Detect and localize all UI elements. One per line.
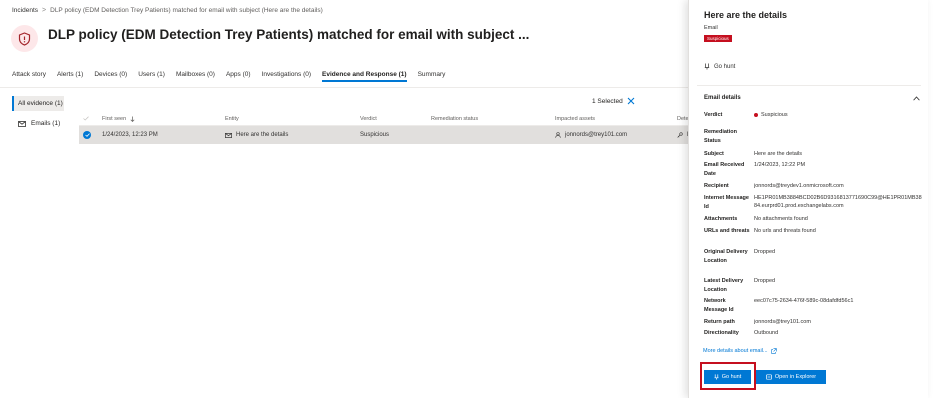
cell-impacted-assets-label: jonnords@trey101.com bbox=[565, 132, 628, 138]
email-details-panel: Here are the details Email Suspicious Go… bbox=[688, 0, 928, 398]
tab-bar: Attack story Alerts (1) Devices (0) User… bbox=[12, 71, 445, 82]
field-verdict-label: Verdict bbox=[704, 112, 723, 118]
field-recipient-value: jonnords@treydev1.onmicrosoft.com bbox=[754, 183, 844, 189]
field-recipient-label: Recipient bbox=[704, 183, 729, 189]
column-first-seen-label: First seen bbox=[102, 115, 127, 122]
go-hunt-link[interactable]: Go hunt bbox=[704, 63, 735, 70]
select-all-cell[interactable] bbox=[83, 112, 89, 125]
field-subject-label: Subject bbox=[704, 151, 724, 157]
field-subject-value: Here are the details bbox=[754, 151, 802, 157]
email-details-title: Email details bbox=[704, 95, 741, 101]
tab-alerts[interactable]: Alerts (1) bbox=[57, 71, 83, 82]
tab-investigations[interactable]: Investigations (0) bbox=[262, 71, 312, 82]
column-remediation-status[interactable]: Remediation status bbox=[431, 112, 478, 125]
tabs-divider bbox=[0, 87, 690, 88]
evidence-grid: First seen Entity Verdict Remediation st… bbox=[79, 112, 691, 144]
open-in-explorer-button[interactable]: Open in Explorer bbox=[756, 370, 826, 384]
explorer-icon bbox=[766, 374, 772, 380]
checkbox-checked-icon bbox=[83, 131, 91, 139]
field-network-id-label: Network Message Id bbox=[704, 298, 734, 313]
field-latest-location-label: Latest Delivery Location bbox=[704, 278, 744, 293]
tab-apps[interactable]: Apps (0) bbox=[226, 71, 251, 82]
field-urls-label: URLs and threats bbox=[704, 228, 750, 234]
tab-summary[interactable]: Summary bbox=[418, 71, 446, 82]
table-row[interactable]: 1/24/2023, 12:23 PM Here are the details… bbox=[79, 126, 691, 144]
field-directionality-value: Outbound bbox=[754, 330, 779, 336]
breadcrumb-separator: > bbox=[42, 7, 47, 14]
field-remediation-label: Remediation Status bbox=[704, 129, 738, 144]
nav-emails[interactable]: Emails (1) bbox=[12, 116, 64, 131]
status-dot-icon bbox=[754, 112, 758, 117]
column-impacted-assets[interactable]: Impacted assets bbox=[555, 112, 595, 125]
mail-icon bbox=[225, 132, 232, 138]
verdict-badge: Suspicious bbox=[704, 35, 732, 42]
cell-entity-label: Here are the details bbox=[236, 132, 289, 138]
selected-count-label: 1 Selected bbox=[592, 97, 623, 105]
field-verdict-text: Suspicious bbox=[761, 112, 788, 118]
incident-icon bbox=[11, 25, 38, 52]
clear-selection-icon[interactable] bbox=[627, 97, 635, 105]
grid-header: First seen Entity Verdict Remediation st… bbox=[79, 112, 690, 126]
tab-devices[interactable]: Devices (0) bbox=[94, 71, 127, 82]
open-in-explorer-label: Open in Explorer bbox=[774, 374, 817, 380]
user-icon bbox=[555, 132, 561, 138]
cell-entity[interactable]: Here are the details bbox=[225, 126, 288, 144]
field-verdict-value: Suspicious bbox=[754, 111, 929, 120]
breadcrumb-incidents[interactable]: Incidents bbox=[12, 7, 38, 14]
field-message-id-label: Internet Message Id bbox=[704, 195, 749, 210]
chevron-up-icon bbox=[913, 95, 920, 100]
hunt-icon bbox=[714, 374, 719, 380]
evidence-nav: All evidence (1) Emails (1) bbox=[12, 96, 64, 131]
cell-verdict: Suspicious bbox=[360, 132, 390, 138]
field-original-location-label: Original Delivery Location bbox=[704, 249, 748, 264]
shield-icon bbox=[18, 31, 31, 46]
key-icon bbox=[677, 132, 683, 138]
go-hunt-button[interactable]: Go hunt bbox=[704, 370, 751, 384]
tab-attack-story[interactable]: Attack story bbox=[12, 71, 46, 82]
column-first-seen[interactable]: First seen bbox=[102, 112, 135, 125]
column-detection[interactable]: Dete bbox=[677, 112, 689, 125]
field-received-value: 1/24/2023, 12:22 PM bbox=[754, 162, 806, 168]
field-directionality-label: Directionality bbox=[704, 330, 739, 336]
hunt-icon bbox=[704, 63, 710, 70]
tab-evidence-and-response[interactable]: Evidence and Response (1) bbox=[322, 71, 407, 82]
go-hunt-button-label: Go hunt bbox=[721, 374, 742, 380]
field-latest-location-value: Dropped bbox=[754, 278, 776, 284]
field-received-label: Email Received Date bbox=[704, 162, 745, 177]
more-details-link[interactable]: More details about email... bbox=[703, 348, 777, 354]
tab-mailboxes[interactable]: Mailboxes (0) bbox=[176, 71, 215, 82]
tab-users[interactable]: Users (1) bbox=[138, 71, 165, 82]
sort-down-icon bbox=[130, 116, 135, 122]
field-message-id-value-2: 84.eurprd01.prod.exchangelabs.com bbox=[754, 203, 844, 209]
field-network-id-value: eec07c75-2634-476f-589c-08dafdfd56c1 bbox=[754, 298, 854, 304]
panel-title: Here are the details bbox=[704, 10, 788, 20]
nav-emails-label: Emails (1) bbox=[31, 120, 61, 127]
field-return-path-label: Return path bbox=[704, 319, 735, 325]
email-details-section-header[interactable]: Email details bbox=[704, 95, 920, 101]
column-entity[interactable]: Entity bbox=[225, 112, 239, 125]
field-original-location-value: Dropped bbox=[754, 249, 776, 255]
row-checkbox[interactable] bbox=[83, 126, 91, 144]
cell-impacted-assets[interactable]: jonnords@trey101.com bbox=[555, 126, 627, 144]
breadcrumb-current: DLP policy (EDM Detection Trey Patients)… bbox=[50, 7, 323, 14]
mail-icon bbox=[18, 120, 26, 127]
field-urls-value: No urls and threats found bbox=[754, 228, 816, 234]
go-hunt-link-label: Go hunt bbox=[714, 63, 736, 70]
more-details-label: More details about email... bbox=[703, 348, 768, 354]
field-attachments-label: Attachments bbox=[704, 216, 738, 222]
page-title: DLP policy (EDM Detection Trey Patients)… bbox=[48, 27, 530, 42]
panel-entity-type: Email bbox=[704, 25, 718, 31]
field-return-path-value: jonnords@trey101.com bbox=[754, 319, 811, 325]
column-verdict[interactable]: Verdict bbox=[360, 112, 377, 125]
cell-first-seen: 1/24/2023, 12:23 PM bbox=[102, 132, 158, 138]
checkmark-icon bbox=[83, 116, 89, 121]
field-attachments-value: No attachments found bbox=[754, 216, 808, 222]
panel-divider bbox=[697, 85, 921, 86]
external-link-icon bbox=[770, 348, 777, 354]
nav-all-evidence[interactable]: All evidence (1) bbox=[12, 96, 64, 111]
breadcrumb: Incidents > DLP policy (EDM Detection Tr… bbox=[12, 7, 323, 14]
selection-summary: 1 Selected bbox=[592, 97, 635, 105]
